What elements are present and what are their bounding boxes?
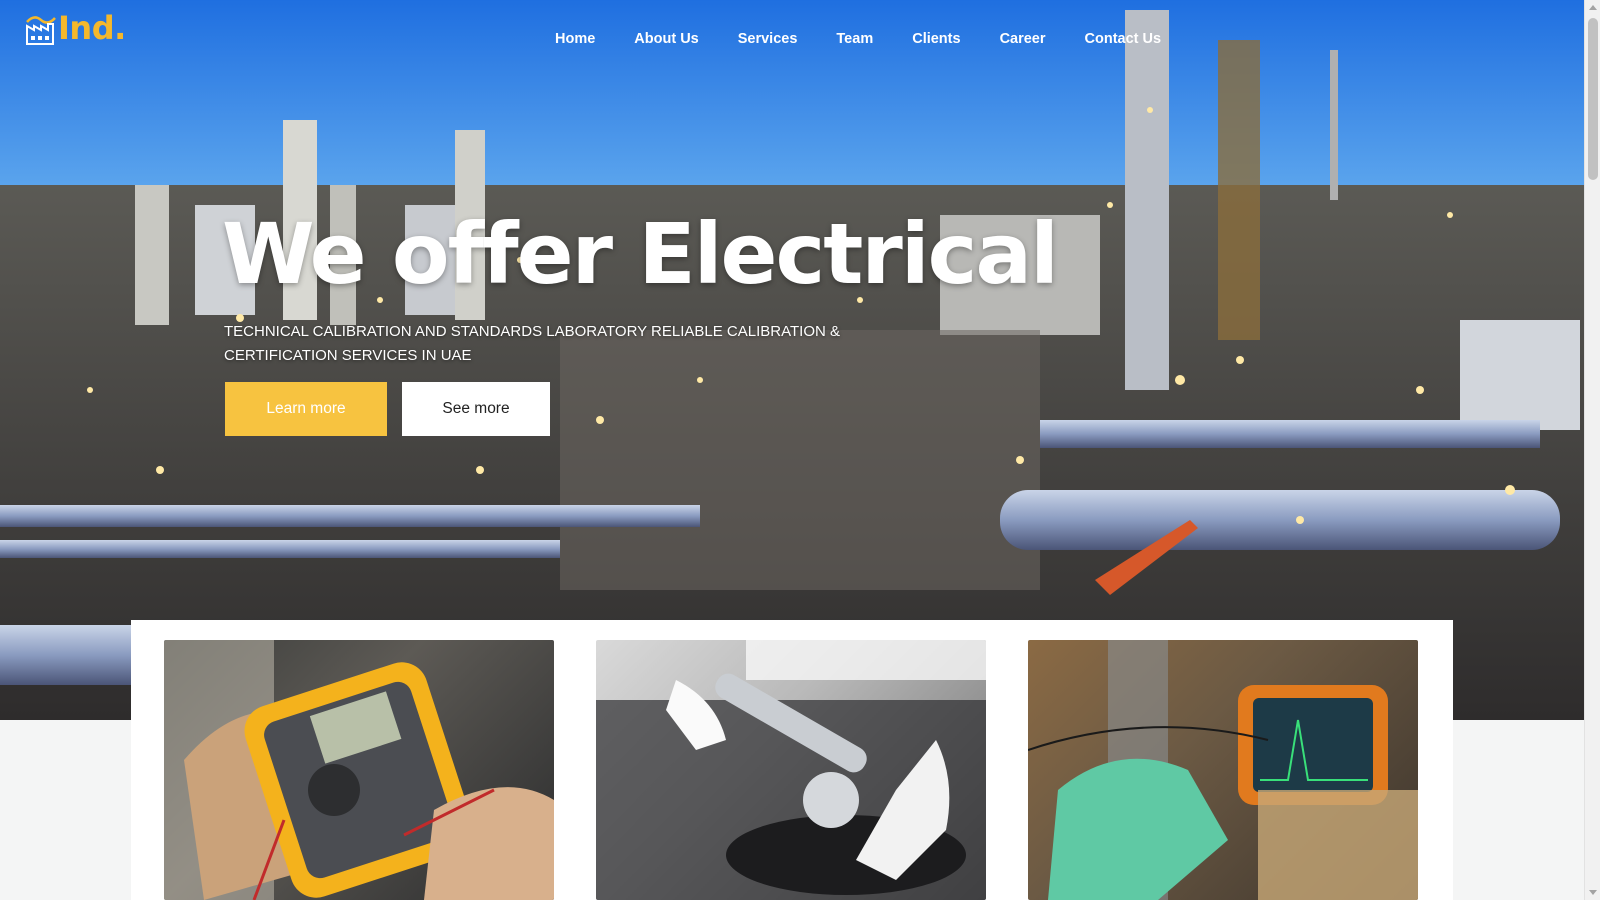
nav-item-about-us[interactable]: About Us — [634, 31, 698, 47]
services-panel — [131, 620, 1453, 900]
scrollbar-thumb[interactable] — [1588, 18, 1598, 180]
service-card-torque-wrench[interactable] — [596, 640, 986, 900]
scroll-down-icon[interactable] — [1589, 890, 1597, 895]
nav-item-services[interactable]: Services — [738, 31, 798, 47]
main-nav: Home About Us Services Team Clients Care… — [555, 31, 1200, 47]
learn-more-button[interactable]: Learn more — [225, 382, 387, 436]
scroll-up-icon[interactable] — [1589, 5, 1597, 10]
hero-headline: We offer Electrical — [222, 205, 1059, 303]
brand-logo[interactable]: Ind. — [24, 8, 126, 48]
nav-item-contact-us[interactable]: Contact Us — [1085, 31, 1162, 47]
nav-item-team[interactable]: Team — [836, 31, 873, 47]
torque-wrench-image — [596, 640, 986, 900]
see-more-button[interactable]: See more — [402, 382, 550, 436]
nav-item-clients[interactable]: Clients — [912, 31, 960, 47]
multimeter-image — [164, 640, 554, 900]
nav-item-career[interactable]: Career — [1000, 31, 1046, 47]
brand-name: Ind. — [58, 9, 126, 47]
hero-section: Ind. Home About Us Services Team Clients… — [0, 0, 1584, 720]
page-scrollbar[interactable] — [1584, 0, 1600, 900]
nav-item-home[interactable]: Home — [555, 31, 595, 47]
ultrasonic-tester-image — [1028, 640, 1418, 900]
service-card-ultrasonic-tester[interactable] — [1028, 640, 1418, 900]
hero-subline: TECHNICAL CALIBRATION AND STANDARDS LABO… — [224, 323, 840, 364]
factory-icon — [26, 16, 56, 45]
service-card-multimeter[interactable] — [164, 640, 554, 900]
